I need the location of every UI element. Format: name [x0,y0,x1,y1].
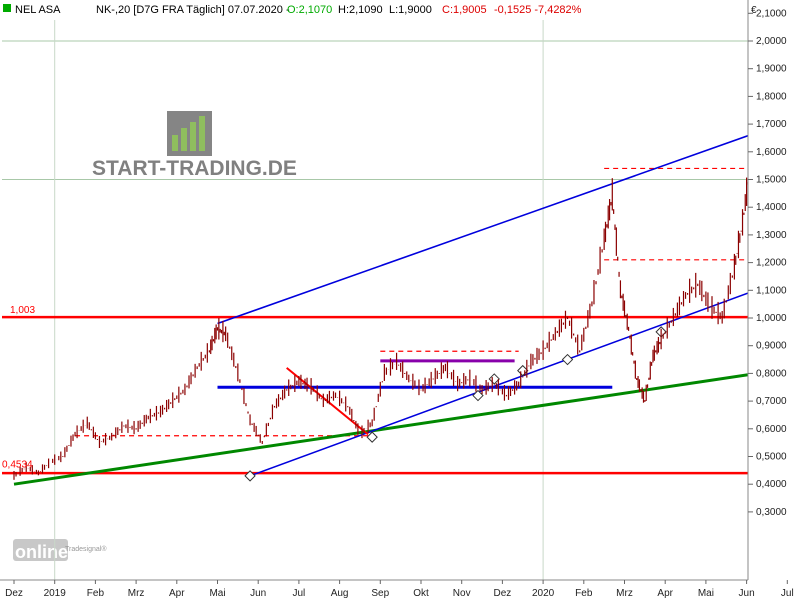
y-tick-label: 0,7000 [756,396,787,407]
header-high: H:2,1090 [338,4,383,16]
y-tick-label: 1,4000 [756,202,787,213]
y-tick-label: 0,8000 [756,368,787,379]
header-change: -0,1525 -7,4282% [494,4,582,16]
level-label-resistance_1003: 1,003 [10,305,35,316]
y-tick-label: 0,4000 [756,479,787,490]
header-info: NK-,20 [D7G FRA Täglich] 07.07.2020 - [96,4,290,16]
header-low: L:1,9000 [389,4,432,16]
y-tick-label: 2,0000 [756,36,787,47]
y-tick-label: 0,9000 [756,341,787,352]
x-tick-label: Jul [781,588,794,599]
x-tick-label: Mai [209,588,225,599]
y-tick-label: 1,8000 [756,91,787,102]
y-tick-label: 1,0000 [756,313,787,324]
x-tick-label: Dez [5,588,23,599]
x-tick-label: Sep [371,588,389,599]
x-tick-label: Apr [169,588,185,599]
y-tick-label: 1,1000 [756,285,787,296]
y-tick-label: 1,9000 [756,64,787,75]
header-open: O:2,1070 [287,4,332,16]
x-tick-label: Nov [453,588,471,599]
y-tick-label: 1,7000 [756,119,787,130]
x-tick-label: 2019 [44,588,67,599]
x-tick-label: Mai [698,588,714,599]
stock-chart: NEL ASA NK-,20 [D7G FRA Täglich] 07.07.2… [0,0,800,600]
x-tick-label: 2020 [532,588,555,599]
x-tick-label: Feb [575,588,593,599]
x-tick-label: Feb [87,588,105,599]
x-tick-label: Mrz [128,588,145,599]
y-tick-label: 2,1000 [756,8,787,19]
symbol-status-icon [3,4,11,12]
x-tick-label: Jun [250,588,266,599]
x-axis-panel [0,580,800,600]
x-tick-label: Okt [413,588,429,599]
y-tick-label: 0,6000 [756,424,787,435]
y-tick-label: 1,2000 [756,258,787,269]
x-tick-label: Jun [739,588,755,599]
footer-logo-text: online [15,542,68,562]
footer-logo-small: Tradesignal® [65,545,107,553]
y-tick-label: 1,5000 [756,175,787,186]
x-tick-label: Apr [657,588,673,599]
x-tick-label: Dez [494,588,512,599]
x-tick-label: Jul [293,588,306,599]
header-symbol: NEL ASA [15,4,61,16]
header-close: C:1,9005 [442,4,487,16]
y-tick-label: 1,3000 [756,230,787,241]
y-tick-label: 0,3000 [756,507,787,518]
brand-text: START-TRADING.DE [92,157,297,180]
y-tick-label: 1,6000 [756,147,787,158]
x-tick-label: Mrz [616,588,633,599]
y-tick-label: 0,5000 [756,452,787,463]
level-label-level_0454: 0,4534 [2,460,33,471]
x-tick-label: Aug [331,588,349,599]
